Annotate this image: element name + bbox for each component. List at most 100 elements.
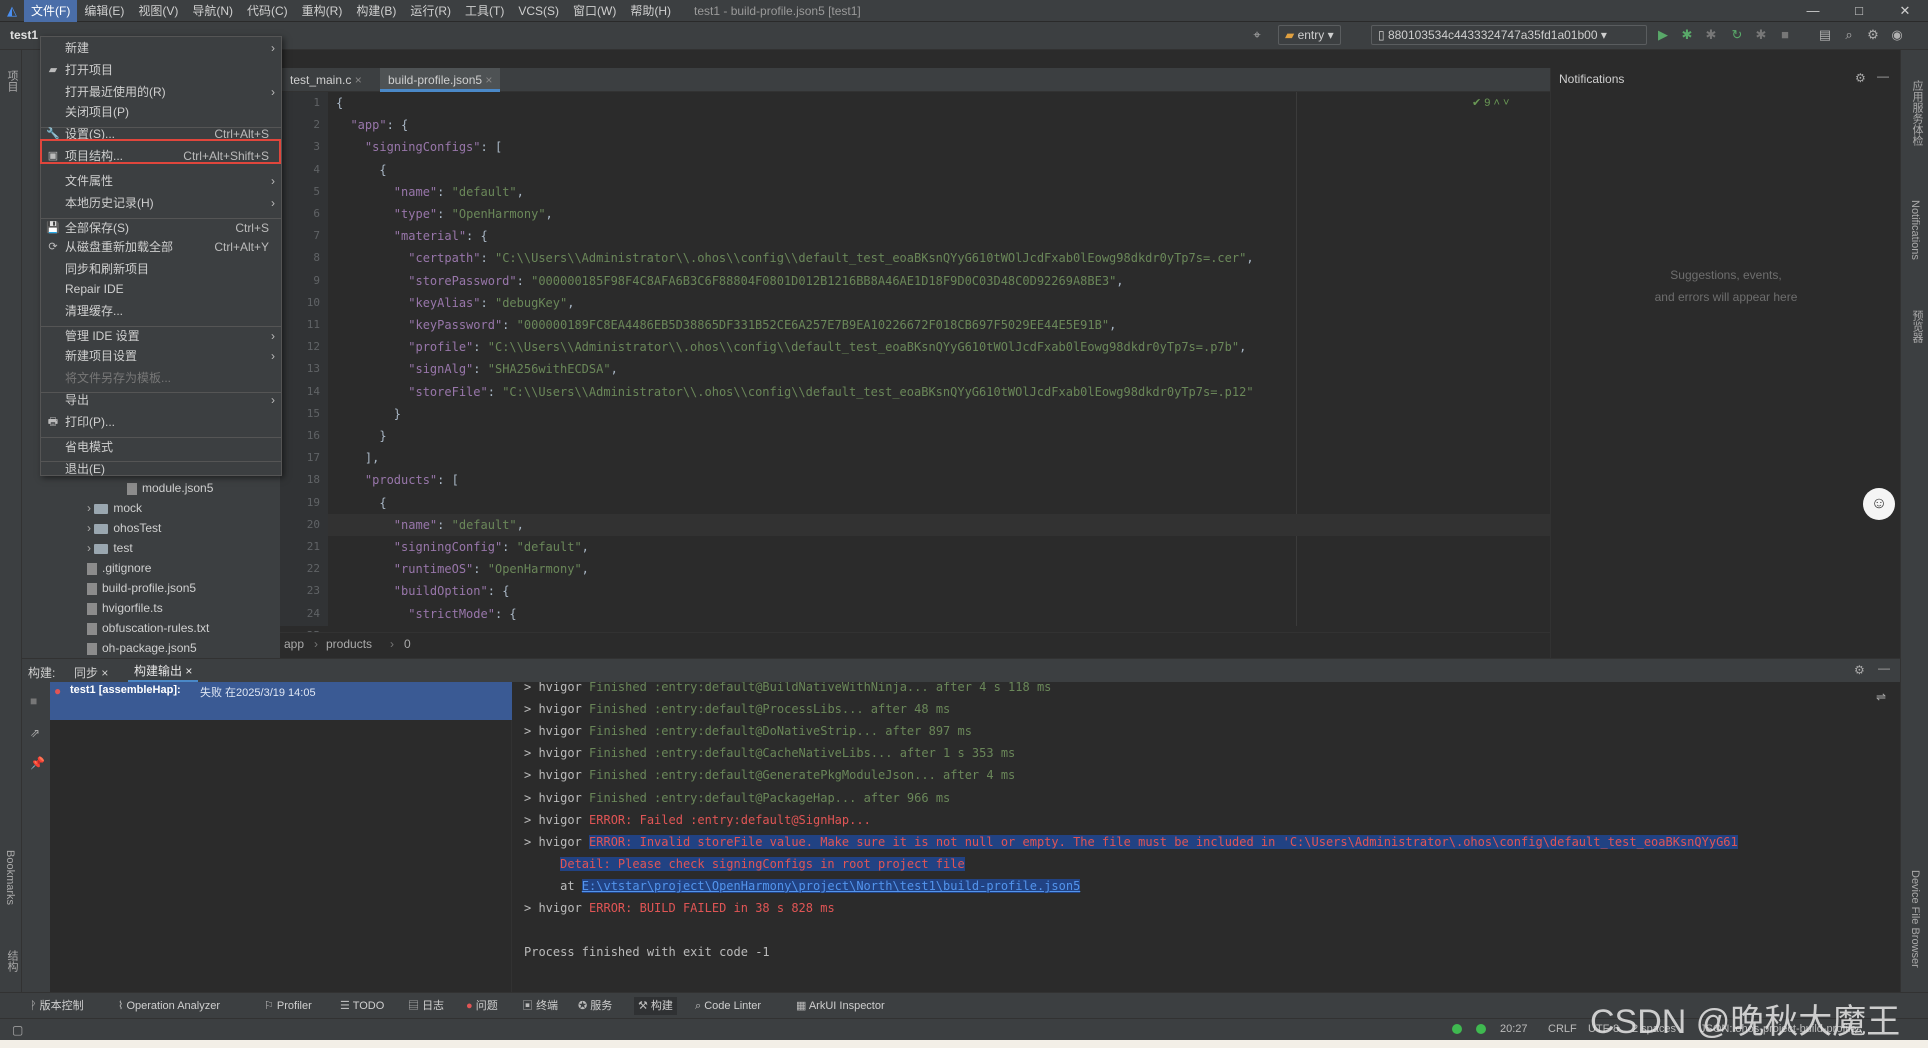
- build-task-row[interactable]: ● test1 [assembleHap]: 失败 在2025/3/19 14:…: [50, 682, 512, 720]
- search-icon[interactable]: ⌕: [1840, 26, 1858, 44]
- file-menu-item-18[interactable]: 省电模式: [41, 437, 281, 457]
- file-menu-item-11[interactable]: Repair IDE: [41, 279, 281, 299]
- tree-file[interactable]: build-profile.json5: [87, 578, 196, 598]
- breadcrumb-item[interactable]: 0: [404, 637, 411, 651]
- file-menu-item-19[interactable]: 退出(E): [41, 459, 281, 479]
- minimize-button[interactable]: —: [1790, 0, 1836, 22]
- tab-sync[interactable]: 同步 ×: [74, 664, 108, 681]
- menu-10[interactable]: 窗口(W): [566, 0, 623, 22]
- file-menu-item-15[interactable]: 将文件另存为模板...: [41, 368, 281, 388]
- menu-3[interactable]: 导航(N): [185, 0, 240, 22]
- editor-tab[interactable]: build-profile.json5 ×: [380, 68, 501, 92]
- code-editor[interactable]: ✔ 9 ˄ ˅ { "app": { "signingConfigs": [ {…: [328, 92, 1550, 626]
- menu-8[interactable]: 工具(T): [458, 0, 511, 22]
- bottom-tool-2[interactable]: ⚐ Profiler: [264, 997, 312, 1015]
- bottom-tool-9[interactable]: ⌕ Code Linter: [695, 997, 761, 1015]
- tree-folder[interactable]: › test: [87, 538, 133, 558]
- file-menu-item-7[interactable]: 本地历史记录(H) ›: [41, 193, 281, 213]
- assistant-avatar[interactable]: ☺: [1863, 488, 1895, 520]
- inspection-widget[interactable]: ✔ 9 ˄ ˅: [1472, 96, 1509, 109]
- menu-1[interactable]: 编辑(E): [77, 0, 131, 22]
- file-menu-item-6[interactable]: 文件属性 ›: [41, 171, 281, 191]
- menu-11[interactable]: 帮助(H): [623, 0, 678, 22]
- device-file-browser-tool-tab[interactable]: Device File Browser: [1909, 870, 1921, 968]
- notifications-settings-icon[interactable]: ⚙: [1855, 71, 1866, 85]
- notifications-hide-icon[interactable]: —: [1877, 69, 1889, 83]
- file-menu-item-13[interactable]: 管理 IDE 设置 ›: [41, 326, 281, 346]
- menu-9[interactable]: VCS(S): [511, 0, 566, 22]
- breadcrumb-item[interactable]: products: [326, 637, 372, 651]
- tree-file[interactable]: module.json5: [127, 478, 213, 498]
- menu-7[interactable]: 运行(R): [403, 0, 458, 22]
- run-config-combo[interactable]: ▰ entry ▾: [1278, 25, 1341, 45]
- device-manager-icon[interactable]: ▤: [1816, 26, 1834, 44]
- build-open-icon[interactable]: ⇗: [30, 726, 40, 740]
- status-panel-icon[interactable]: ▢: [12, 1023, 23, 1037]
- account-icon[interactable]: ◉: [1888, 26, 1906, 44]
- project-name[interactable]: test1: [10, 28, 38, 42]
- tree-file[interactable]: .gitignore: [87, 558, 151, 578]
- file-menu-item-9[interactable]: ⟳ 从磁盘重新加载全部 Ctrl+Alt+Y: [41, 237, 281, 257]
- file-menu-item-14[interactable]: 新建项目设置 ›: [41, 346, 281, 366]
- build-hide-icon[interactable]: —: [1878, 661, 1890, 675]
- bottom-tool-8[interactable]: ⚒ 构建: [634, 997, 677, 1015]
- bottom-tool-4[interactable]: ▤ 日志: [408, 997, 444, 1015]
- tree-file[interactable]: obfuscation-rules.txt: [87, 618, 209, 638]
- bottom-tool-0[interactable]: ᚹ 版本控制: [30, 997, 84, 1015]
- file-menu-item-17[interactable]: 🖶 打印(P)...: [41, 412, 281, 432]
- previewer-tool-tab[interactable]: 预览器: [1909, 310, 1925, 343]
- bottom-tool-5[interactable]: ● 问题: [466, 997, 498, 1015]
- file-menu-item-0[interactable]: 新建 ›: [41, 38, 281, 58]
- menu-0[interactable]: 文件(F): [24, 0, 78, 22]
- bottom-tool-1[interactable]: ⌇ Operation Analyzer: [118, 997, 220, 1015]
- soft-wrap-icon[interactable]: ⇌: [1876, 690, 1886, 704]
- bottom-tool-7[interactable]: ✪ 服务: [578, 997, 612, 1015]
- notifications-tool-tab[interactable]: Notifications: [1909, 200, 1921, 260]
- debug-icon[interactable]: ✱: [1678, 26, 1696, 44]
- file-menu-item-12[interactable]: 清理缓存...: [41, 301, 281, 321]
- close-tab-icon[interactable]: ×: [482, 73, 492, 87]
- project-tool-tab[interactable]: 项目: [4, 70, 20, 92]
- file-link[interactable]: E:\vtstar\project\OpenHarmony\project\No…: [581, 878, 1081, 893]
- device-combo[interactable]: ▯ 880103534c4433324747a35fd1a01b00 ▾: [1371, 25, 1647, 45]
- file-menu-item-3[interactable]: 关闭项目(P): [41, 102, 281, 122]
- target-icon[interactable]: ⌖: [1248, 26, 1266, 44]
- settings-icon[interactable]: ⚙: [1864, 26, 1882, 44]
- bottom-tool-3[interactable]: ☰ TODO: [340, 997, 384, 1015]
- file-menu-item-10[interactable]: 同步和刷新项目: [41, 259, 281, 279]
- line-separator[interactable]: CRLF: [1548, 1023, 1577, 1035]
- cursor-position[interactable]: 20:27: [1500, 1023, 1528, 1035]
- build-settings-icon[interactable]: ⚙: [1854, 663, 1865, 677]
- run-icon[interactable]: ▶: [1654, 26, 1672, 44]
- bottom-tool-6[interactable]: ▣ 终端: [522, 997, 558, 1015]
- stop-icon[interactable]: ■: [1776, 26, 1794, 44]
- tree-folder[interactable]: › mock: [87, 498, 142, 518]
- menu-4[interactable]: 代码(C): [240, 0, 295, 22]
- build-output[interactable]: > hvigor Finished :entry:default@BuildNa…: [512, 682, 1872, 992]
- tree-file[interactable]: oh-package.json5: [87, 638, 197, 658]
- close-button[interactable]: ✕: [1882, 0, 1928, 22]
- bottom-tool-10[interactable]: ▦ ArkUI Inspector: [796, 997, 885, 1015]
- tree-file[interactable]: hvigorfile.ts: [87, 598, 163, 618]
- file-menu-item-1[interactable]: ▰ 打开项目: [41, 60, 281, 80]
- file-menu-item-2[interactable]: 打开最近使用的(R) ›: [41, 82, 281, 102]
- tab-build-output[interactable]: 构建输出 ×: [128, 659, 199, 683]
- rerun-icon[interactable]: ↻: [1728, 26, 1746, 44]
- close-tab-icon[interactable]: ×: [351, 73, 362, 87]
- menu-6[interactable]: 构建(B): [349, 0, 403, 22]
- file-menu-item-16[interactable]: 导出 ›: [41, 390, 281, 410]
- menu-5[interactable]: 重构(R): [295, 0, 350, 22]
- structure-tool-tab[interactable]: 结构: [4, 950, 20, 972]
- maximize-button[interactable]: □: [1836, 0, 1882, 22]
- app-check-tool-tab[interactable]: 应用服务体检: [1909, 80, 1925, 146]
- editor-tab[interactable]: test_main.c ×: [282, 68, 370, 92]
- attach-debugger-icon[interactable]: ✱: [1702, 26, 1720, 44]
- breadcrumb-item[interactable]: app: [284, 637, 304, 651]
- build-stop-icon[interactable]: ■: [30, 694, 37, 708]
- file-menu-item-8[interactable]: 💾 全部保存(S) Ctrl+S: [41, 218, 281, 238]
- profile-icon[interactable]: ✱: [1752, 26, 1770, 44]
- build-pin-icon[interactable]: 📌: [30, 756, 45, 770]
- tree-folder[interactable]: › ohosTest: [87, 518, 161, 538]
- menu-2[interactable]: 视图(V): [131, 0, 185, 22]
- bookmarks-tool-tab[interactable]: Bookmarks: [4, 850, 16, 905]
